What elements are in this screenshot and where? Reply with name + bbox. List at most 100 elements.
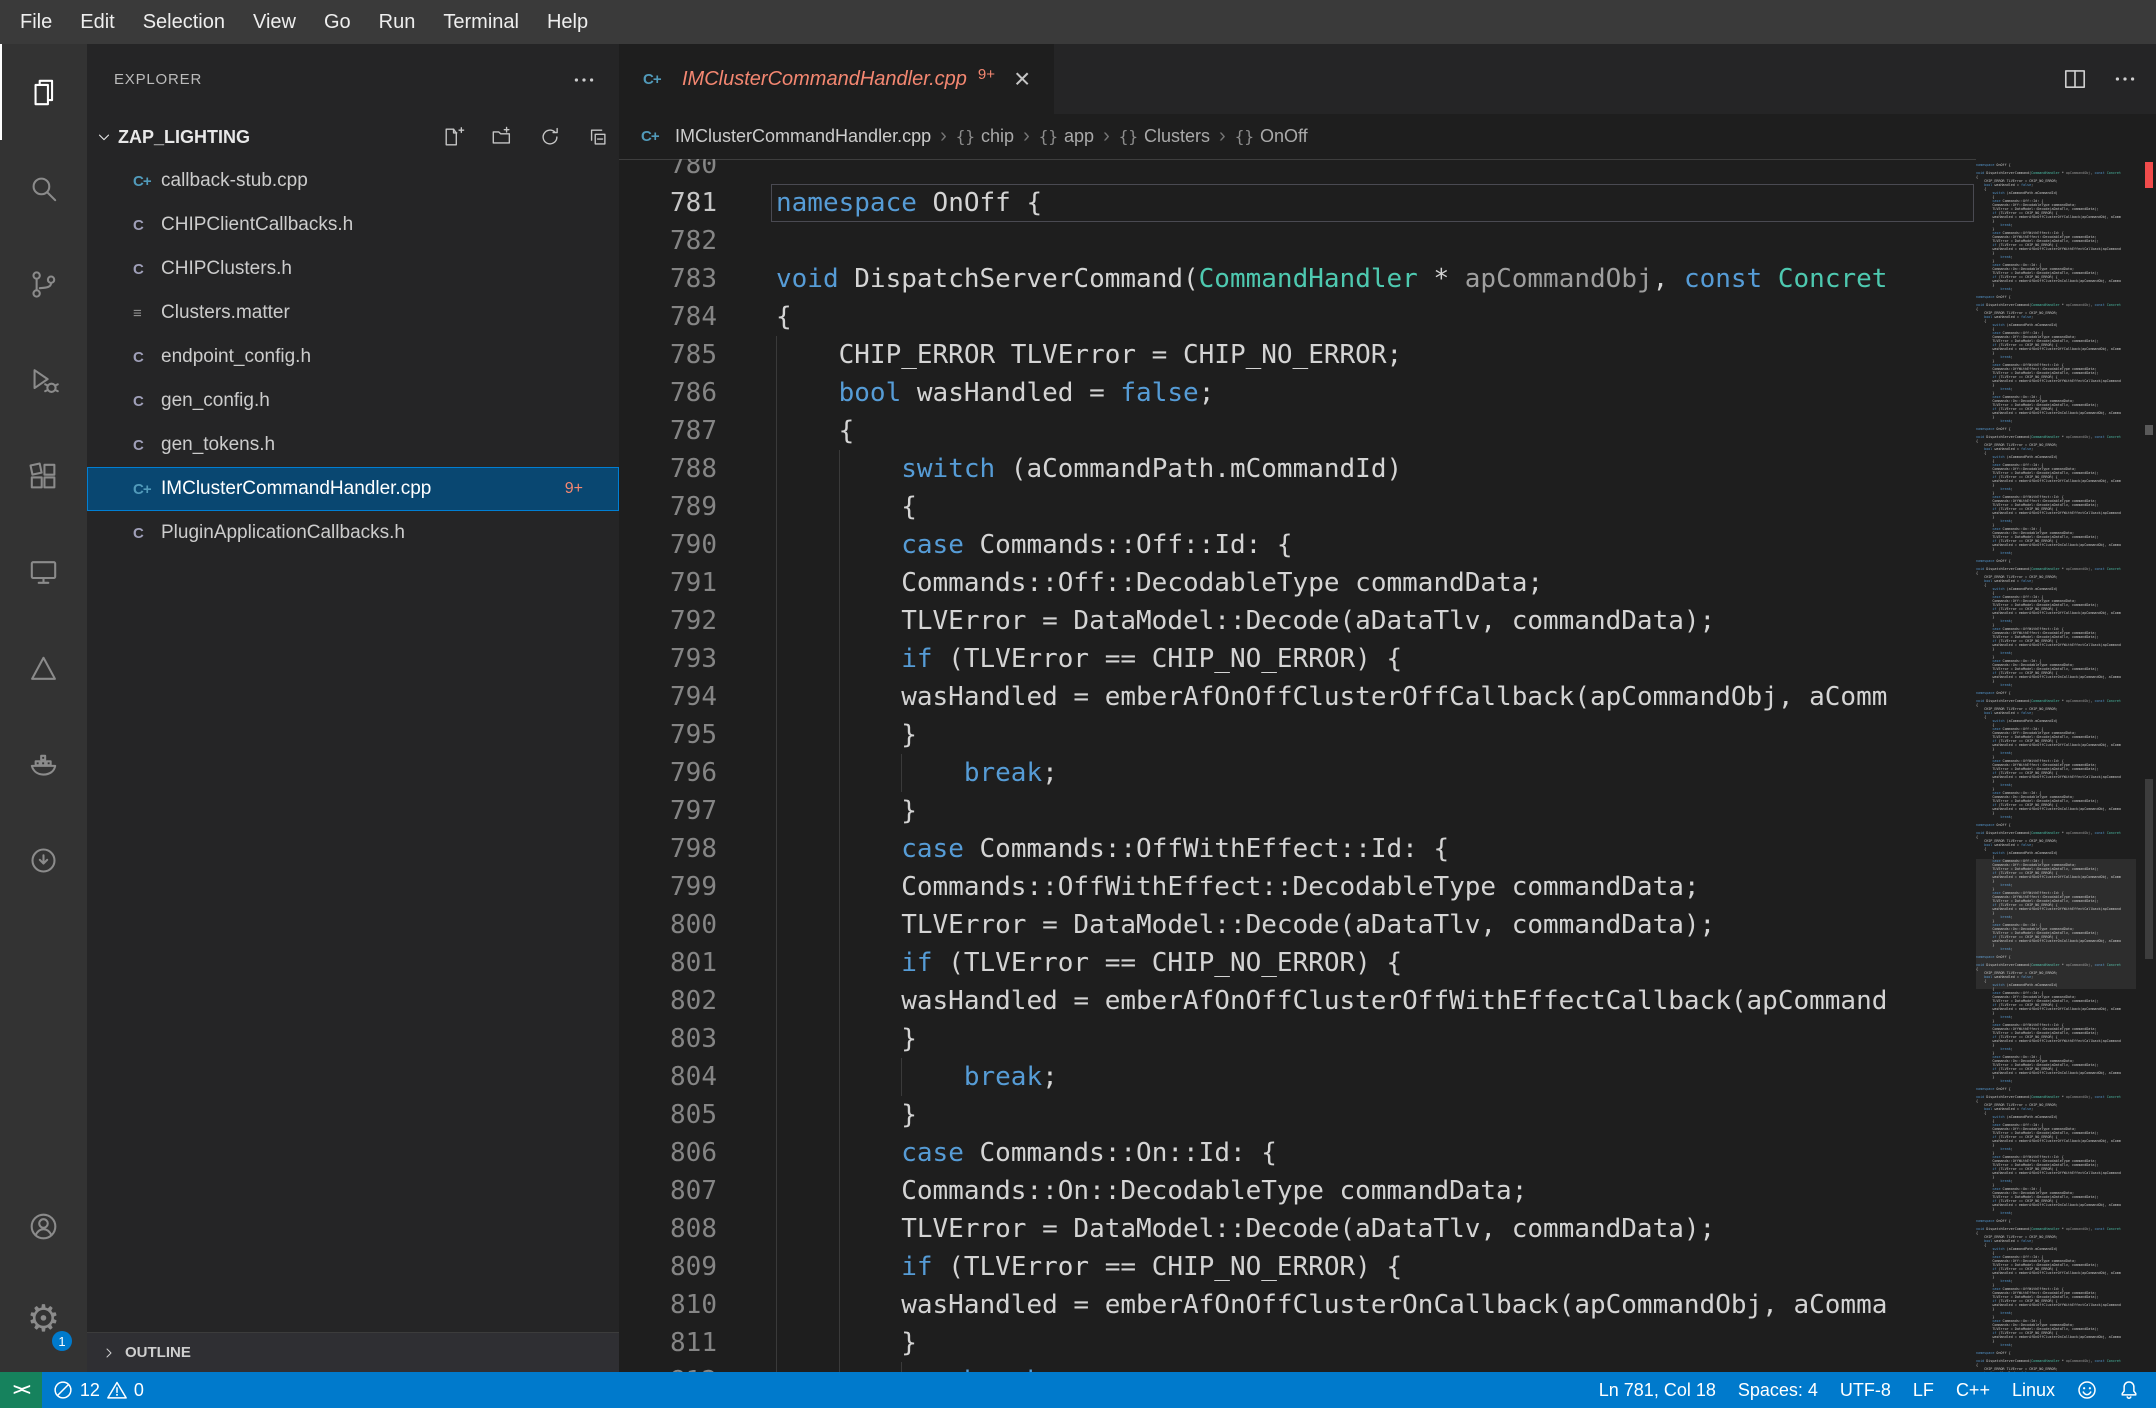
refresh-icon[interactable]: [539, 126, 561, 148]
menu-go[interactable]: Go: [310, 0, 365, 44]
code-line-785[interactable]: 785 CHIP_ERROR TLVError = CHIP_NO_ERROR;: [619, 336, 2156, 374]
code-line-797[interactable]: 797 }: [619, 792, 2156, 830]
code-line-807[interactable]: 807 Commands::On::DecodableType commandD…: [619, 1172, 2156, 1210]
line-number: 783: [670, 264, 717, 294]
file-PluginApplicationCallbacks.h[interactable]: C PluginApplicationCallbacks.h: [87, 511, 619, 555]
scrollbar-thumb[interactable]: [2145, 779, 2153, 959]
file-gen_config.h[interactable]: Cgen_config.h: [87, 379, 619, 423]
code-text: {: [776, 416, 855, 446]
activitybar-azure[interactable]: [0, 620, 87, 716]
problems-indicator[interactable]: 12 0: [42, 1372, 155, 1408]
new-file-icon[interactable]: [443, 126, 465, 148]
editor-more-actions-icon[interactable]: [2112, 66, 2138, 92]
menu-edit[interactable]: Edit: [66, 0, 128, 44]
eol-selector[interactable]: LF: [1902, 1372, 1945, 1408]
code-line-792[interactable]: 792 TLVError = DataModel::Decode(aDataTl…: [619, 602, 2156, 640]
indentation[interactable]: Spaces: 4: [1727, 1372, 1829, 1408]
breadcrumb-IMClusterCommandHandler.cpp[interactable]: C+ IMClusterCommandHandler.cpp: [641, 126, 931, 147]
code-line-787[interactable]: 787 {: [619, 412, 2156, 450]
code-line-802[interactable]: 802 wasHandled = emberAfOnOffClusterOffW…: [619, 982, 2156, 1020]
code-line-790[interactable]: 790 case Commands::Off::Id: {: [619, 526, 2156, 564]
code-line-808[interactable]: 808 TLVError = DataModel::Decode(aDataTl…: [619, 1210, 2156, 1248]
code-line-795[interactable]: 795 }: [619, 716, 2156, 754]
remote-icon: ><: [13, 1380, 31, 1399]
code-line-800[interactable]: 800 TLVError = DataModel::Decode(aDataTl…: [619, 906, 2156, 944]
explorer-more-actions-icon[interactable]: [571, 67, 597, 93]
split-editor-icon[interactable]: [2062, 66, 2088, 92]
menu-selection[interactable]: Selection: [129, 0, 239, 44]
code-line-798[interactable]: 798 case Commands::OffWithEffect::Id: {: [619, 830, 2156, 868]
breadcrumb-chip[interactable]: {} chip: [956, 126, 1014, 147]
breadcrumb-app[interactable]: {} app: [1039, 126, 1094, 147]
menu-view[interactable]: View: [239, 0, 310, 44]
breadcrumb-OnOff[interactable]: {} OnOff: [1235, 126, 1308, 147]
file-gen_tokens.h[interactable]: Cgen_tokens.h: [87, 423, 619, 467]
activitybar-search[interactable]: [0, 140, 87, 236]
menu-run[interactable]: Run: [365, 0, 430, 44]
file-Clusters.matter[interactable]: ≡ Clusters.matter: [87, 291, 619, 335]
minimap[interactable]: namespace OnOff {void DispatchServerComm…: [1976, 159, 2136, 1372]
notifications[interactable]: [2108, 1372, 2150, 1408]
encoding[interactable]: UTF-8: [1829, 1372, 1902, 1408]
code-line-794[interactable]: 794 wasHandled = emberAfOnOffClusterOffC…: [619, 678, 2156, 716]
file-CHIPClientCallbacks.h[interactable]: C CHIPClientCallbacks.h: [87, 203, 619, 247]
code-line-811[interactable]: 811 }: [619, 1324, 2156, 1362]
activitybar-docker[interactable]: [0, 716, 87, 812]
outline-label: OUTLINE: [125, 1344, 191, 1361]
code-editor[interactable]: 780 781 namespace OnOff {782 783 void Dispat…: [619, 159, 2156, 1372]
code-line-783[interactable]: 783 void DispatchServerCommand(CommandHan…: [619, 260, 2156, 298]
cursor-position[interactable]: Ln 781, Col 18: [1588, 1372, 1727, 1408]
activitybar-source-control[interactable]: [0, 236, 87, 332]
outline-section-header[interactable]: OUTLINE: [87, 1332, 619, 1372]
code-line-784[interactable]: 784 {: [619, 298, 2156, 336]
code-line-788[interactable]: 788 switch (aCommandPath.mCommandId): [619, 450, 2156, 488]
remote-os[interactable]: Linux: [2001, 1372, 2066, 1408]
code-line-804[interactable]: 804 break;: [619, 1058, 2156, 1096]
code-line-805[interactable]: 805 }: [619, 1096, 2156, 1134]
breadcrumb-Clusters[interactable]: {} Clusters: [1119, 126, 1210, 147]
line-number: 793: [670, 644, 717, 674]
menu-help[interactable]: Help: [533, 0, 602, 44]
cpp-file-icon: C+: [133, 172, 152, 190]
code-line-812[interactable]: 812 break;: [619, 1362, 2156, 1372]
code-line-781[interactable]: 781 namespace OnOff {: [619, 184, 2156, 222]
activitybar-extensions[interactable]: [0, 428, 87, 524]
code-line-801[interactable]: 801 if (TLVError == CHIP_NO_ERROR) {: [619, 944, 2156, 982]
line-number: 809: [670, 1252, 717, 1282]
feedback[interactable]: [2066, 1372, 2108, 1408]
collapse-all-icon[interactable]: [587, 126, 609, 148]
code-line-803[interactable]: 803 }: [619, 1020, 2156, 1058]
file-CHIPClusters.h[interactable]: C CHIPClusters.h: [87, 247, 619, 291]
menu-terminal[interactable]: Terminal: [429, 0, 533, 44]
activitybar-run-and-debug[interactable]: [0, 332, 87, 428]
language-mode[interactable]: C++: [1945, 1372, 2001, 1408]
folder-section-header[interactable]: ZAP_LIGHTING: [87, 115, 619, 159]
remote-indicator[interactable]: ><: [0, 1372, 42, 1408]
code-line-809[interactable]: 809 if (TLVError == CHIP_NO_ERROR) {: [619, 1248, 2156, 1286]
tab-close-icon[interactable]: ×: [1014, 65, 1030, 93]
namespace-icon: {}: [1234, 127, 1254, 146]
code-line-782[interactable]: 782: [619, 222, 2156, 260]
activitybar-manage[interactable]: ⚙ 1: [0, 1272, 87, 1364]
code-line-793[interactable]: 793 if (TLVError == CHIP_NO_ERROR) {: [619, 640, 2156, 678]
tab-imclustercommandhandler-cpp[interactable]: C+ IMClusterCommandHandler.cpp 9+ ×: [619, 44, 1055, 114]
code-line-789[interactable]: 789 {: [619, 488, 2156, 526]
code-line-796[interactable]: 796 break;: [619, 754, 2156, 792]
file-IMClusterCommandHandler.cpp[interactable]: C+ IMClusterCommandHandler.cpp 9+: [87, 467, 619, 511]
activitybar-remote-targets[interactable]: [0, 812, 87, 908]
code-line-791[interactable]: 791 Commands::Off::DecodableType command…: [619, 564, 2156, 602]
activitybar-remote-explorer[interactable]: [0, 524, 87, 620]
new-folder-icon[interactable]: [491, 126, 513, 148]
activitybar-accounts[interactable]: [0, 1180, 87, 1272]
code-line-786[interactable]: 786 bool wasHandled = false;: [619, 374, 2156, 412]
code-line-780[interactable]: 780: [619, 159, 2156, 184]
file-endpoint_config.h[interactable]: Cendpoint_config.h: [87, 335, 619, 379]
code-line-810[interactable]: 810 wasHandled = emberAfOnOffClusterOnCa…: [619, 1286, 2156, 1324]
menu-file[interactable]: File: [6, 0, 66, 44]
code-line-806[interactable]: 806 case Commands::On::Id: {: [619, 1134, 2156, 1172]
code-line-799[interactable]: 799 Commands::OffWithEffect::DecodableTy…: [619, 868, 2156, 906]
breadcrumb-separator: ›: [1219, 125, 1226, 147]
file-callback-stub.cpp[interactable]: C+ callback-stub.cpp: [87, 159, 619, 203]
minimap-slider[interactable]: [1976, 859, 2136, 989]
activitybar-explorer[interactable]: [0, 44, 87, 140]
